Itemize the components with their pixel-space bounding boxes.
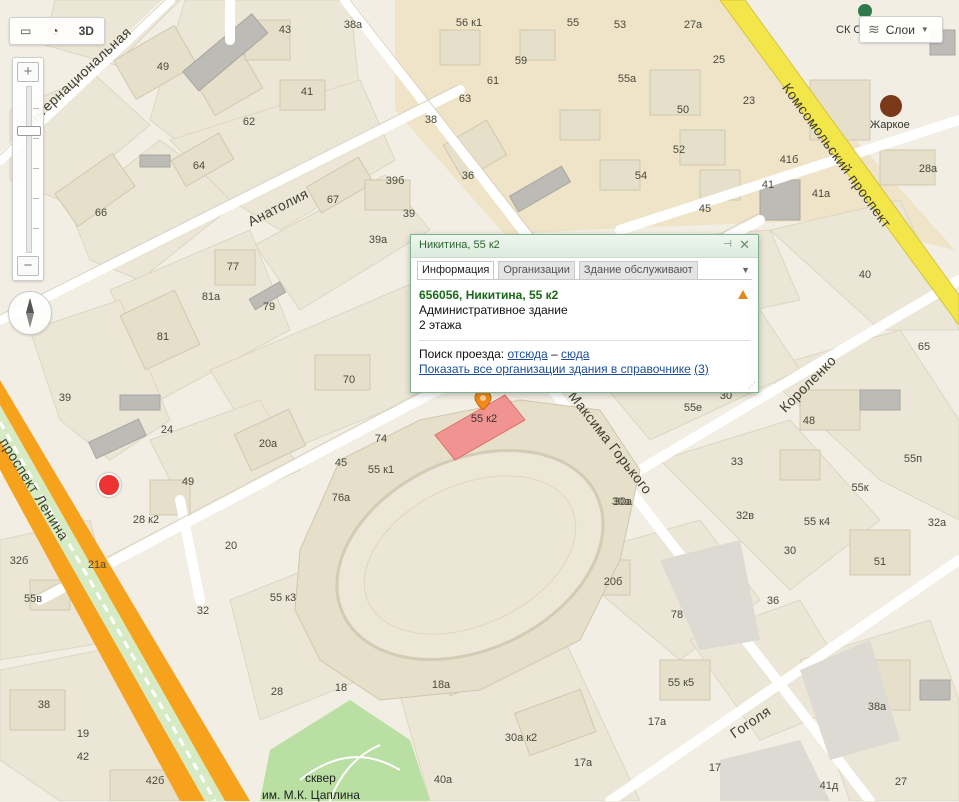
zoom-slider-track[interactable] [26,86,32,253]
popup-title: Никитина, 55 к2 [419,239,500,251]
pin-icon[interactable]: ⊣ [723,239,732,250]
popup-body: 656056, Никитина, 55 к2 Административное… [419,288,750,376]
zoom-out-button[interactable]: − [17,256,39,276]
route-from-link[interactable]: отсюда [507,347,547,361]
zoom-tick [33,108,39,109]
warning-icon[interactable] [738,290,748,299]
tabs-divider [417,279,752,280]
tab-info[interactable]: Информация [417,261,495,280]
popup-address: 656056, Никитина, 55 к2 [419,288,559,302]
popup-header: Никитина, 55 к2 ⊣ ✕ [411,235,758,258]
zoom-in-button[interactable]: + [17,62,39,82]
route-to-link[interactable]: сюда [561,347,589,361]
route-dash: – [550,347,558,361]
info-point-icon[interactable] [97,473,121,497]
resize-handle[interactable]: ⋰ [748,381,756,390]
zoom-tick [33,168,39,169]
traffic-icon[interactable]: ◔ [51,24,58,38]
close-icon[interactable]: ✕ [739,237,750,253]
zoom-tick [33,198,39,199]
restaurant-icon[interactable] [880,95,902,117]
compass-control[interactable] [8,291,52,335]
layers-button[interactable]: ≋ Слои ▼ [859,16,943,43]
tab-organizations[interactable]: Организации [498,261,575,280]
popup-floors: 2 этажа [419,318,462,332]
organizations-count[interactable]: (3) [694,362,709,376]
zoom-tick [33,228,39,229]
park-label-line2: им. М.К. Цаплина [262,788,360,802]
popup-separator [419,340,750,341]
route-row: Поиск проезда: отсюда – сюда [419,347,750,361]
orgs-row: Показать все организации здания в справо… [419,362,750,376]
zoom-tick [33,138,39,139]
popup-tabs: Информация Организации Здание обслуживаю… [417,261,752,280]
compass-icon [26,298,34,328]
zoom-control: + − [12,57,44,281]
tab-building-services[interactable]: Здание обслуживают [578,261,698,280]
layers-icon: ≋ [868,21,880,37]
tabs-more-icon[interactable]: ▼ [741,265,750,275]
show-organizations-link[interactable]: Показать все организации здания в справо… [419,362,691,376]
building-popup: Никитина, 55 к2 ⊣ ✕ Информация Организац… [410,234,759,393]
location-marker-icon[interactable] [474,390,492,414]
view-3d-button[interactable]: 3D [79,24,94,38]
ruler-icon[interactable]: ▭ [20,24,31,38]
park-label-line1: сквер [305,771,336,785]
poi-label-sk: СК С [836,24,862,36]
layers-label: Слои [885,22,915,37]
zoom-slider-thumb[interactable] [17,126,41,136]
poi-label-zharkoe: Жаркое [870,119,910,131]
view-controls: ▭ ◔ 3D [9,17,105,45]
chevron-down-icon: ▼ [920,25,929,34]
popup-building-type: Административное здание [419,303,568,317]
route-label: Поиск проезда: [419,347,505,361]
